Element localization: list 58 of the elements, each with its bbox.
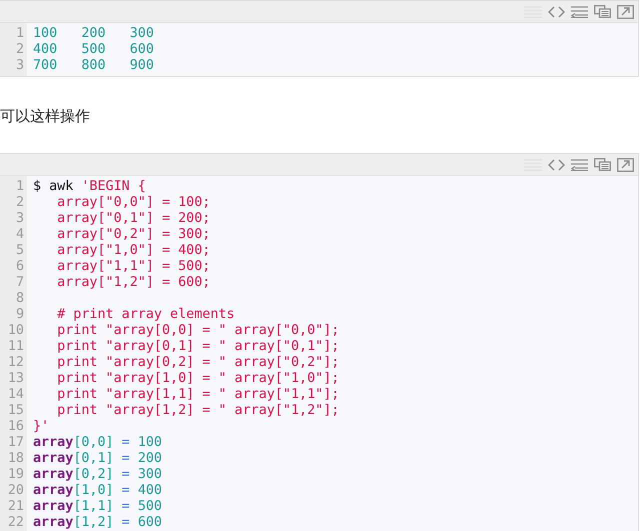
- code-line: print "array[0,2] = " array["0,2"];: [56, 355, 340, 371]
- line-number: 14: [8, 387, 25, 403]
- line-number: 15: [8, 403, 25, 419]
- code-line: array[1,0] = 400: [33, 483, 162, 499]
- code-icon[interactable]: [548, 158, 565, 170]
- line-number: 2: [16, 42, 25, 58]
- line-number: 3: [16, 58, 25, 74]
- wrap-icon[interactable]: [571, 158, 588, 170]
- paragraph: 可以这样操作: [0, 106, 91, 127]
- line-number: 13: [8, 371, 25, 387]
- code-line: array["0,1"] = 200;: [56, 211, 210, 227]
- copy-icon[interactable]: [594, 158, 611, 171]
- code-icon[interactable]: [548, 6, 565, 18]
- line-number: 10: [8, 323, 25, 339]
- code-line: print "array[1,1] = " array["1,1"];: [56, 387, 340, 403]
- line-number: 18: [8, 451, 25, 467]
- code-line: print "array[1,2] = " array["1,2"];: [56, 403, 340, 419]
- code-line: # print array elements: [56, 307, 235, 323]
- code-line: print "array[1,0] = " array["1,0"];: [56, 371, 340, 387]
- line-number: 11: [8, 339, 25, 355]
- code-line: $ awk 'BEGIN {: [33, 179, 146, 195]
- line-number: 7: [16, 275, 25, 291]
- code-line: array[0,1] = 200: [33, 451, 162, 467]
- code-line: 400 500 600: [33, 42, 154, 58]
- line-number: 20: [8, 483, 25, 499]
- copy-icon[interactable]: [594, 5, 611, 18]
- code-line: 700 800 900: [33, 58, 154, 74]
- line-number: 3: [16, 211, 25, 227]
- line-number: 21: [8, 499, 25, 515]
- line-number: 17: [8, 435, 25, 451]
- line-number: 4: [16, 227, 25, 243]
- line-number: 6: [16, 259, 25, 275]
- expand-icon[interactable]: [617, 4, 634, 18]
- code-line: array["0,2"] = 300;: [56, 227, 210, 243]
- code-line: array["1,0"] = 400;: [56, 243, 210, 259]
- line-number: 22: [8, 515, 25, 531]
- line-number: 8: [16, 291, 25, 307]
- line-number: 9: [16, 307, 25, 323]
- code-line: array[1,1] = 500: [33, 499, 162, 515]
- line-number: 19: [8, 467, 25, 483]
- line-number: 16: [8, 419, 25, 435]
- line-number: 1: [16, 26, 25, 42]
- expand-icon[interactable]: [617, 158, 634, 172]
- line-number: 5: [16, 243, 25, 259]
- code-line: 100 200 300: [33, 26, 154, 42]
- code-line: array["0,0"] = 100;: [56, 195, 210, 211]
- wrap-icon[interactable]: [571, 6, 588, 18]
- code-line: }': [33, 419, 50, 435]
- line-number: 2: [16, 195, 25, 211]
- line-number: 1: [16, 179, 25, 195]
- code-line: print "array[0,0] = " array["0,0"];: [56, 323, 340, 339]
- code-line: array["1,2"] = 600;: [56, 275, 210, 291]
- code-line: array[0,2] = 300: [33, 467, 162, 483]
- code-line: array[0,0] = 100: [33, 435, 162, 451]
- code-line: array[1,2] = 600: [33, 515, 162, 531]
- code-line: print "array[0,1] = " array["0,1"];: [56, 339, 340, 355]
- line-number: 12: [8, 355, 25, 371]
- code-line: array["1,1"] = 500;: [56, 259, 210, 275]
